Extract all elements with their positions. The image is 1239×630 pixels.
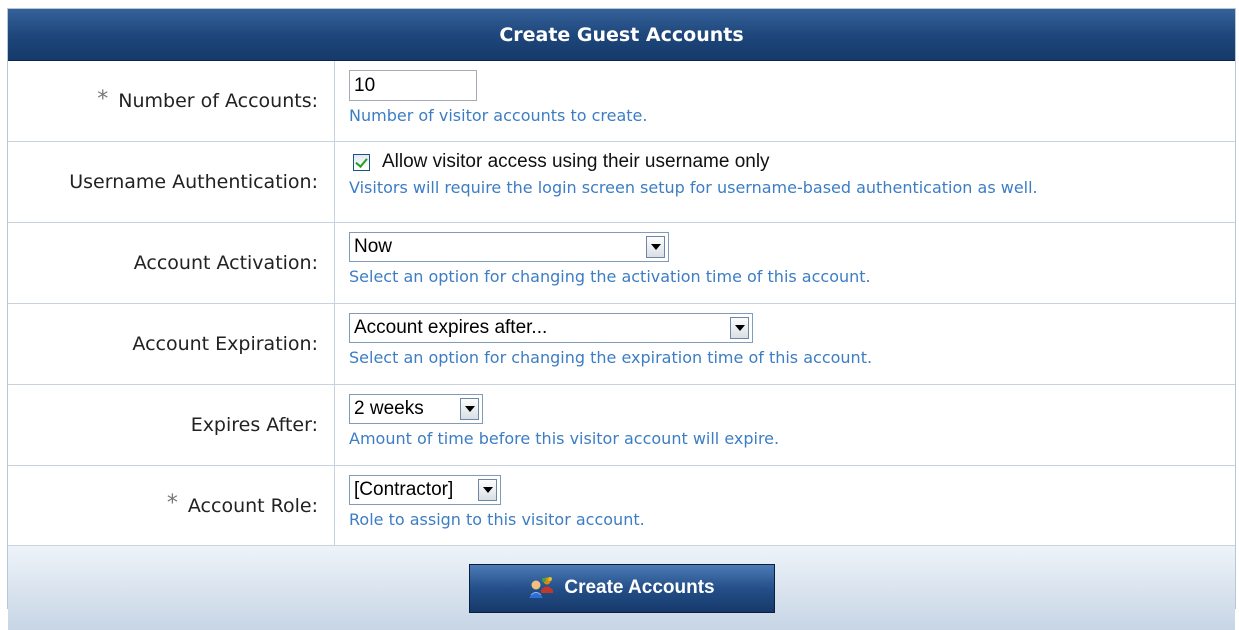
account-role-select[interactable]: [Contractor] bbox=[349, 475, 501, 505]
account-role-hint: Role to assign to this visitor account. bbox=[349, 510, 645, 529]
create-accounts-button-label: Create Accounts bbox=[564, 577, 715, 598]
form-title: Create Guest Accounts bbox=[8, 9, 1235, 61]
expires-after-value: 2 weeks bbox=[354, 398, 424, 419]
create-guest-accounts-form: Create Guest Accounts * Number of Accoun… bbox=[7, 8, 1236, 630]
account-expiration-label: Account Expiration: bbox=[132, 333, 318, 355]
account-activation-value: Now bbox=[354, 236, 393, 257]
account-activation-label: Account Activation: bbox=[133, 252, 318, 274]
account-role-label: Account Role: bbox=[187, 494, 318, 517]
account-expiration-value: Account expires after... bbox=[354, 317, 548, 338]
row-account-role: * Account Role: [Contractor] Role to ass… bbox=[8, 466, 1235, 546]
row-account-expiration: Account Expiration: Account expires afte… bbox=[8, 304, 1235, 385]
number-of-accounts-hint: Number of visitor accounts to create. bbox=[349, 106, 648, 125]
users-group-icon bbox=[529, 577, 554, 598]
username-auth-checkbox[interactable] bbox=[353, 153, 370, 171]
expires-after-select[interactable]: 2 weeks bbox=[349, 394, 483, 424]
account-expiration-hint: Select an option for changing the expira… bbox=[349, 348, 873, 367]
account-activation-hint: Select an option for changing the activa… bbox=[349, 267, 871, 286]
username-authentication-label: Username Authentication: bbox=[69, 171, 318, 193]
username-auth-checkbox-label[interactable]: Allow visitor access using their usernam… bbox=[382, 151, 770, 173]
account-activation-select[interactable]: Now bbox=[349, 232, 669, 262]
expires-after-label: Expires After: bbox=[190, 414, 318, 436]
row-account-activation: Account Activation: Now Select an option… bbox=[8, 223, 1235, 304]
account-role-value: [Contractor] bbox=[354, 479, 454, 500]
number-of-accounts-label: Number of Accounts: bbox=[118, 90, 318, 112]
account-expiration-select[interactable]: Account expires after... bbox=[349, 313, 753, 343]
row-number-of-accounts: * Number of Accounts: Number of visitor … bbox=[8, 61, 1235, 142]
required-marker: * bbox=[166, 491, 178, 516]
expires-after-hint: Amount of time before this visitor accou… bbox=[349, 429, 780, 448]
chevron-down-icon[interactable] bbox=[730, 317, 749, 339]
row-username-authentication: Username Authentication: Allow visitor a… bbox=[8, 142, 1235, 223]
required-marker: * bbox=[97, 86, 109, 112]
chevron-down-icon[interactable] bbox=[646, 236, 665, 258]
chevron-down-icon[interactable] bbox=[460, 398, 479, 420]
number-of-accounts-input[interactable] bbox=[349, 70, 477, 101]
form-footer: Create Accounts bbox=[8, 546, 1235, 630]
username-authentication-hint: Visitors will require the login screen s… bbox=[349, 178, 1038, 197]
create-accounts-button[interactable]: Create Accounts bbox=[468, 563, 775, 613]
row-expires-after: Expires After: 2 weeks Amount of time be… bbox=[8, 385, 1235, 466]
chevron-down-icon[interactable] bbox=[478, 479, 497, 501]
